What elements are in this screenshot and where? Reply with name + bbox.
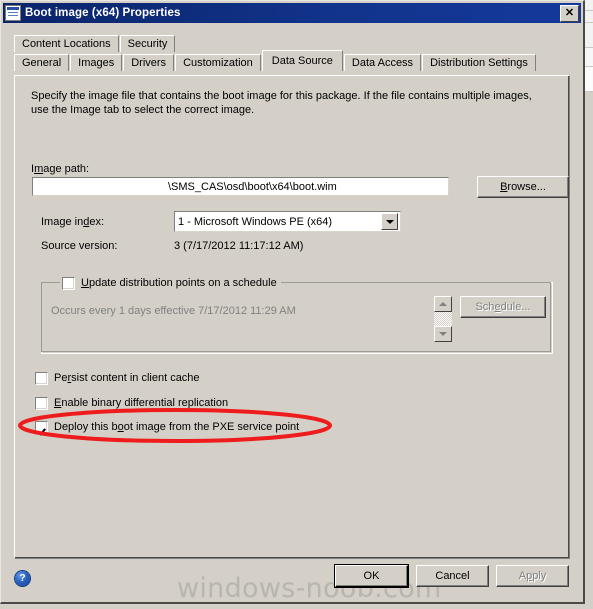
tab-row-lower: General Images Drivers Customization Dat… [14,50,570,71]
image-index-value: 1 - Microsoft Windows PE (x64) [178,215,333,228]
persist-content-label: Persist content in client cache [54,372,200,384]
cancel-button[interactable]: Cancel [416,565,489,587]
tab-customization[interactable]: Customization [175,54,261,71]
close-icon[interactable]: ✕ [560,4,579,22]
tab-security[interactable]: Security [119,35,176,52]
image-index-dropdown[interactable]: 1 - Microsoft Windows PE (x64) [174,211,401,232]
image-path-label: Image path: [31,163,90,175]
deploy-boot-image-from-pxe-service-point-checkbox[interactable]: Deploy this boot image from the PXE serv… [35,420,299,434]
data-source-tab-panel: Specify the image file that contains the… [14,75,570,559]
page-description: Specify the image file that contains the… [31,90,532,116]
browse-button[interactable]: Browse... [477,176,569,198]
tab-strip: Content Locations Security General Image… [14,34,570,71]
checkbox-box [35,396,48,410]
properties-window-icon [5,5,21,21]
apply-button[interactable]: Apply [496,565,569,587]
checkbox-box [62,276,75,290]
source-version-label: Source version: [41,240,118,252]
window-title: Boot image (x64) Properties [25,7,181,19]
tab-content-locations[interactable]: Content Locations [14,35,119,52]
persist-content-in-client-cache-checkbox[interactable]: Persist content in client cache [35,371,200,385]
image-path-value: \SMS_CAS\osd\boot\x64\boot.wim [168,180,337,193]
title-bar: Boot image (x64) Properties ✕ [3,3,581,23]
tab-data-access[interactable]: Data Access [343,54,422,71]
deploy-pxe-label: Deploy this boot image from the PXE serv… [54,421,300,433]
update-schedule-group: Update distribution points on a schedule… [41,276,553,354]
ok-button[interactable]: OK [334,564,409,588]
chevron-down-icon[interactable] [381,213,398,230]
scroll-down-icon[interactable] [434,326,452,342]
image-path-input[interactable]: \SMS_CAS\osd\boot\x64\boot.wim [32,177,449,196]
boot-image-properties-dialog: Boot image (x64) Properties ✕ Content Lo… [0,0,585,604]
enable-bdr-label: Enable binary differential replication [54,397,229,409]
tab-drivers[interactable]: Drivers [123,54,175,71]
schedule-button[interactable]: Schedule... [460,296,546,318]
scrollbar-track[interactable] [434,312,452,326]
schedule-scrollbar[interactable] [434,296,452,342]
tab-data-source[interactable]: Data Source [261,50,343,71]
image-index-label: Image index: [41,216,105,228]
tab-distribution-settings[interactable]: Distribution Settings [422,54,536,71]
help-icon[interactable]: ? [15,571,30,586]
tab-images[interactable]: Images [70,54,123,71]
source-version-value: 3 (7/17/2012 11:17:12 AM) [174,240,304,252]
tab-general[interactable]: General [14,54,70,71]
schedule-occurs-text: Occurs every 1 days effective 7/17/2012 … [51,305,296,317]
checkbox-box [35,371,48,385]
checkbox-box-checked [35,420,48,434]
scroll-up-icon[interactable] [434,296,452,312]
update-distribution-points-label: Update distribution points on a schedule [81,277,277,289]
update-distribution-points-checkbox[interactable]: Update distribution points on a schedule [60,276,281,290]
enable-binary-differential-replication-checkbox[interactable]: Enable binary differential replication [35,396,228,410]
